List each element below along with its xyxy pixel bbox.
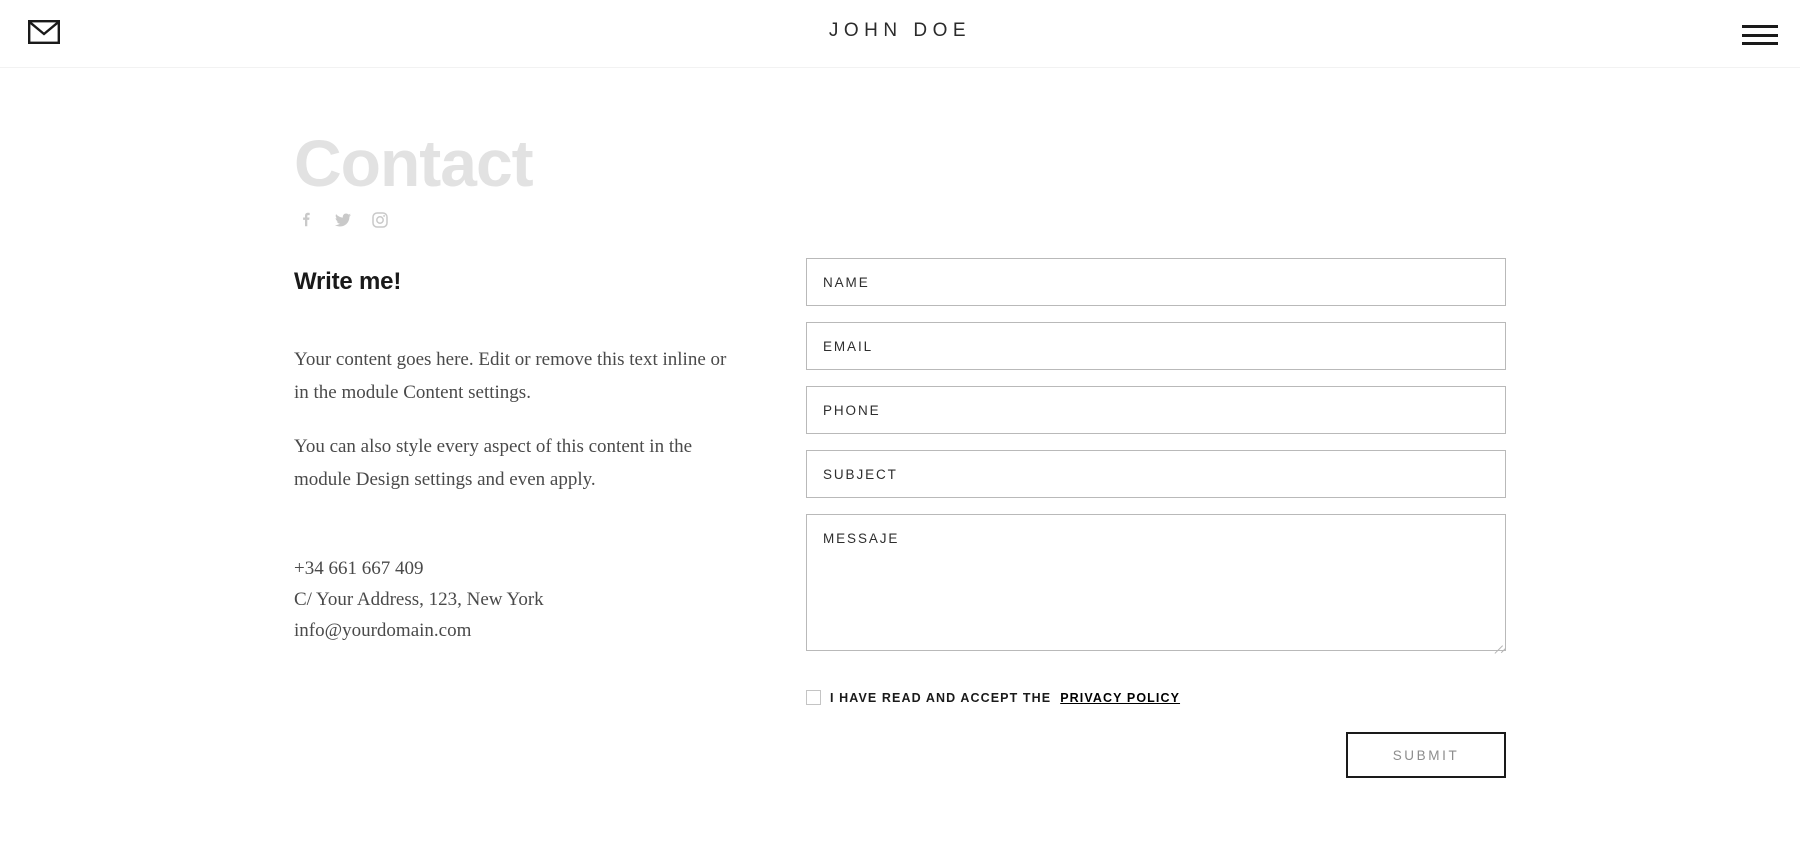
textarea-resize-handle[interactable] — [1491, 636, 1503, 648]
menu-bar-3 — [1742, 42, 1778, 45]
section-subtitle: Write me! — [294, 268, 402, 295]
consent-label: I HAVE READ AND ACCEPT THE — [830, 690, 1052, 705]
email-placeholder: EMAIL — [823, 338, 874, 354]
contact-email: info@yourdomain.com — [294, 620, 472, 642]
twitter-icon[interactable] — [335, 212, 351, 228]
name-placeholder: NAME — [823, 274, 870, 290]
contact-details: +34 661 667 409 C/ Your Address, 123, Ne… — [294, 553, 764, 647]
social-links — [298, 210, 764, 230]
consent-row: I HAVE READ AND ACCEPT THE PRIVACY POLIC… — [806, 690, 1506, 705]
phone-placeholder: PHONE — [823, 402, 881, 418]
intro-paragraph-1: Your content goes here. Edit or remove t… — [294, 349, 727, 403]
submit-button[interactable]: SUBMIT — [1346, 732, 1506, 778]
facebook-icon[interactable] — [298, 212, 314, 228]
privacy-policy-link[interactable]: PRIVACY POLICY — [1060, 691, 1180, 705]
contact-phone: +34 661 667 409 — [294, 557, 424, 579]
privacy-policy-checkbox[interactable] — [806, 690, 821, 705]
menu-bar-1 — [1742, 25, 1778, 28]
message-field[interactable]: MESSAJE — [806, 514, 1506, 651]
page-body: Contact Write me! Your content goes here… — [0, 68, 1800, 847]
submit-row: SUBMIT — [806, 732, 1506, 778]
subject-field[interactable]: SUBJECT — [806, 450, 1506, 498]
brand-title[interactable]: JOHN DOE — [0, 20, 1800, 42]
phone-field[interactable]: PHONE — [806, 386, 1506, 434]
contact-info-column: Contact Write me! Your content goes here… — [294, 130, 764, 647]
hamburger-menu-icon[interactable] — [1742, 25, 1778, 45]
email-field[interactable]: EMAIL — [806, 322, 1506, 370]
intro-paragraph-2: You can also style every aspect of this … — [294, 436, 693, 491]
site-header: JOHN DOE — [0, 0, 1800, 68]
page-title: Contact — [294, 126, 534, 200]
contact-form: NAME EMAIL PHONE SUBJECT MESSAJE I HAVE … — [806, 258, 1506, 778]
subject-placeholder: SUBJECT — [823, 466, 898, 482]
instagram-icon[interactable] — [372, 212, 388, 228]
name-field[interactable]: NAME — [806, 258, 1506, 306]
message-placeholder: MESSAJE — [823, 531, 900, 546]
contact-address: C/ Your Address, 123, New York — [294, 589, 544, 611]
menu-bar-2 — [1742, 33, 1778, 37]
